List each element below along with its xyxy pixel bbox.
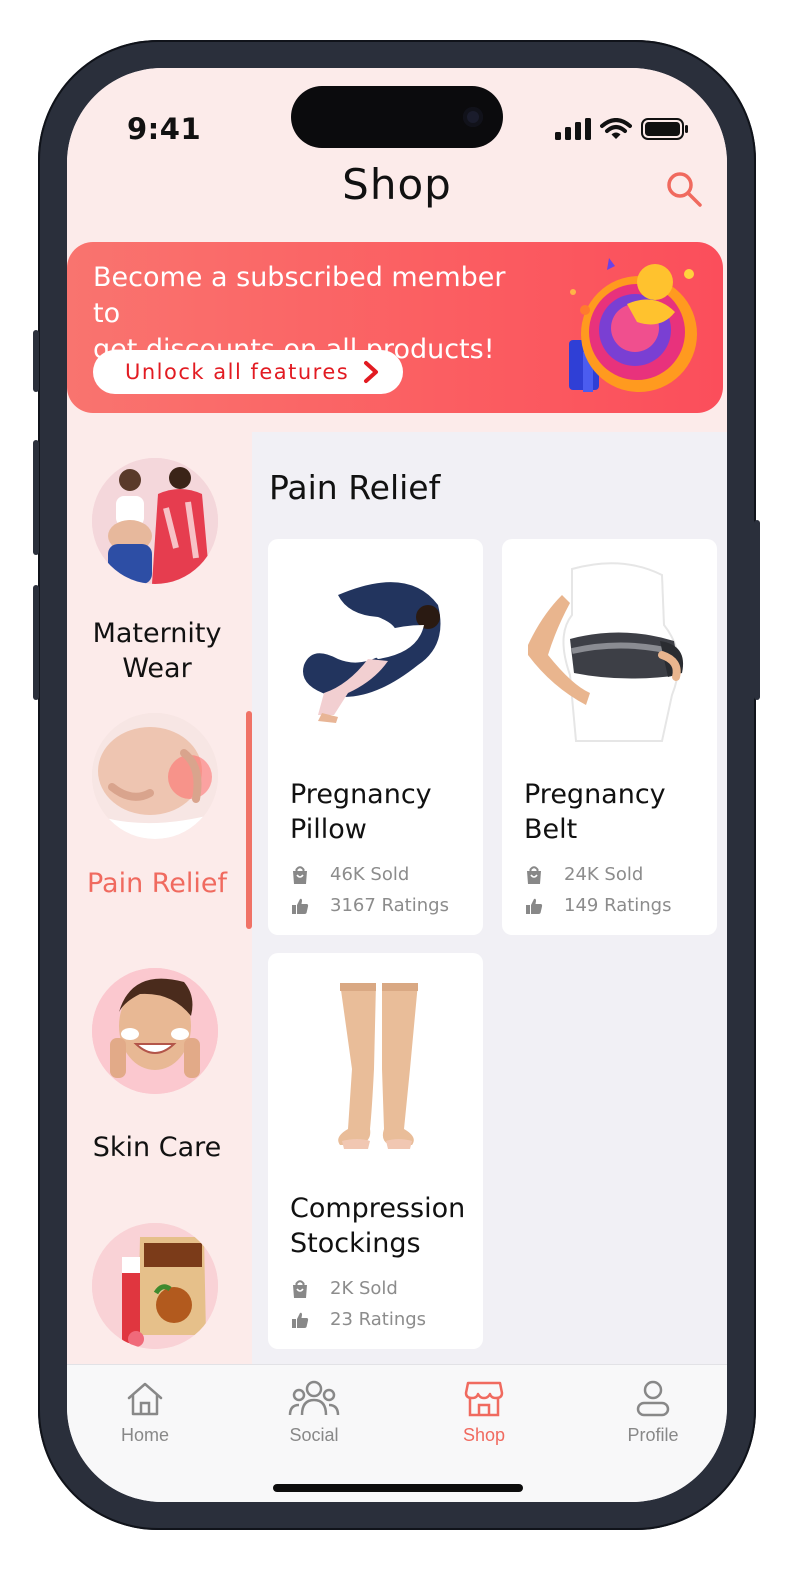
category-skin-care[interactable]: Skin Care xyxy=(67,1130,247,1165)
volume-down-button xyxy=(33,585,39,700)
sold-text: 46K Sold xyxy=(330,864,410,885)
category-sidebar: Maternity Wear Pain Relief Skin Care xyxy=(67,432,252,1367)
product-name: Compression Stockings xyxy=(290,1191,475,1261)
category-label-line: Wear xyxy=(122,653,192,684)
thumbs-up-icon xyxy=(292,1312,309,1328)
thumbs-up-icon xyxy=(292,898,309,914)
sold-text: 2K Sold xyxy=(330,1278,398,1299)
shopping-bag-icon xyxy=(293,865,307,884)
ratings-count: 23 Ratings xyxy=(290,1309,426,1330)
app-screen: 9:41 Shop Become a subscribed member to … xyxy=(67,68,727,1502)
dynamic-island xyxy=(291,86,503,148)
tab-label: Social xyxy=(289,1425,339,1445)
tab-shop[interactable]: Shop xyxy=(424,1379,544,1446)
camera-icon xyxy=(463,107,483,127)
status-icons xyxy=(555,118,689,140)
banner-line-1: Become a subscribed member to xyxy=(93,262,506,329)
skin-care-photo-icon xyxy=(92,968,218,1094)
product-name-line: Stockings xyxy=(290,1228,421,1259)
tab-social[interactable]: Social xyxy=(254,1379,374,1446)
battery-icon xyxy=(641,118,688,140)
chevron-right-icon xyxy=(364,361,378,383)
tea-product-photo-icon xyxy=(92,1223,218,1349)
tab-label: Home xyxy=(120,1425,169,1445)
category-pain-relief[interactable]: Pain Relief xyxy=(67,866,247,901)
sold-count: 46K Sold xyxy=(290,864,409,885)
compression-stockings-image xyxy=(278,969,473,1159)
thumbs-up-icon xyxy=(526,898,543,914)
people-icon xyxy=(288,1380,340,1416)
pain-relief-photo-icon xyxy=(92,713,218,839)
skin-care-image[interactable] xyxy=(92,968,218,1094)
maternity-wear-image[interactable] xyxy=(92,458,218,584)
membership-badge-icon xyxy=(569,258,697,392)
ratings-text: 3167 Ratings xyxy=(330,895,449,916)
unlock-features-button[interactable]: Unlock all features xyxy=(93,350,403,394)
power-button xyxy=(754,520,760,700)
product-name-line: Compression xyxy=(290,1193,466,1224)
tab-label: Shop xyxy=(462,1425,506,1445)
sold-text: 24K Sold xyxy=(564,864,644,885)
product-card[interactable]: Compression Stockings 2K Sold 23 Ratings xyxy=(268,953,483,1349)
tab-profile[interactable]: Profile xyxy=(593,1379,713,1446)
wifi-icon xyxy=(600,118,632,139)
shopping-bag-icon xyxy=(293,1279,307,1298)
home-icon xyxy=(127,1382,163,1416)
pain-relief-image[interactable] xyxy=(92,713,218,839)
ratings-count: 3167 Ratings xyxy=(290,895,449,916)
side-button xyxy=(33,330,39,392)
product-name-line: Pregnancy xyxy=(290,779,432,810)
pregnancy-belt-image xyxy=(512,555,707,745)
ratings-text: 149 Ratings xyxy=(564,895,672,916)
product-name-line: Pregnancy xyxy=(524,779,666,810)
home-indicator xyxy=(273,1484,523,1492)
active-category-indicator xyxy=(246,711,252,929)
ratings-count: 149 Ratings xyxy=(524,895,672,916)
section-title: Pain Relief xyxy=(269,468,441,507)
sold-count: 2K Sold xyxy=(290,1278,398,1299)
product-name: Pregnancy Pillow xyxy=(290,777,475,847)
sold-count: 24K Sold xyxy=(524,864,643,885)
maternity-wear-photo-icon xyxy=(92,458,218,584)
tab-home[interactable]: Home xyxy=(85,1379,205,1446)
pregnancy-pillow-image xyxy=(278,555,473,745)
product-name: Pregnancy Belt xyxy=(524,777,709,847)
signal-icon xyxy=(555,118,591,140)
subscription-banner[interactable]: Become a subscribed member to get discou… xyxy=(67,242,723,413)
unlock-features-label: Unlock all features xyxy=(125,360,350,384)
search-icon[interactable] xyxy=(665,170,703,208)
store-icon xyxy=(464,1381,504,1417)
product-card[interactable]: Pregnancy Pillow 46K Sold 3167 Ratings xyxy=(268,539,483,935)
category-label-line: Maternity xyxy=(92,618,222,649)
bottom-tab-bar: Home Social Shop Profile xyxy=(67,1364,727,1502)
product-name-line: Pillow xyxy=(290,814,367,845)
shopping-bag-icon xyxy=(527,865,541,884)
ratings-text: 23 Ratings xyxy=(330,1309,427,1330)
weight-loss-tea-image[interactable] xyxy=(92,1223,218,1349)
product-name-line: Belt xyxy=(524,814,578,845)
volume-up-button xyxy=(33,440,39,555)
category-maternity-wear[interactable]: Maternity Wear xyxy=(67,616,247,686)
page-title: Shop xyxy=(342,160,452,209)
tab-label: Profile xyxy=(627,1425,679,1445)
user-icon xyxy=(636,1380,670,1417)
product-card[interactable]: Pregnancy Belt 24K Sold 149 Ratings xyxy=(502,539,717,935)
status-time: 9:41 xyxy=(127,112,202,146)
